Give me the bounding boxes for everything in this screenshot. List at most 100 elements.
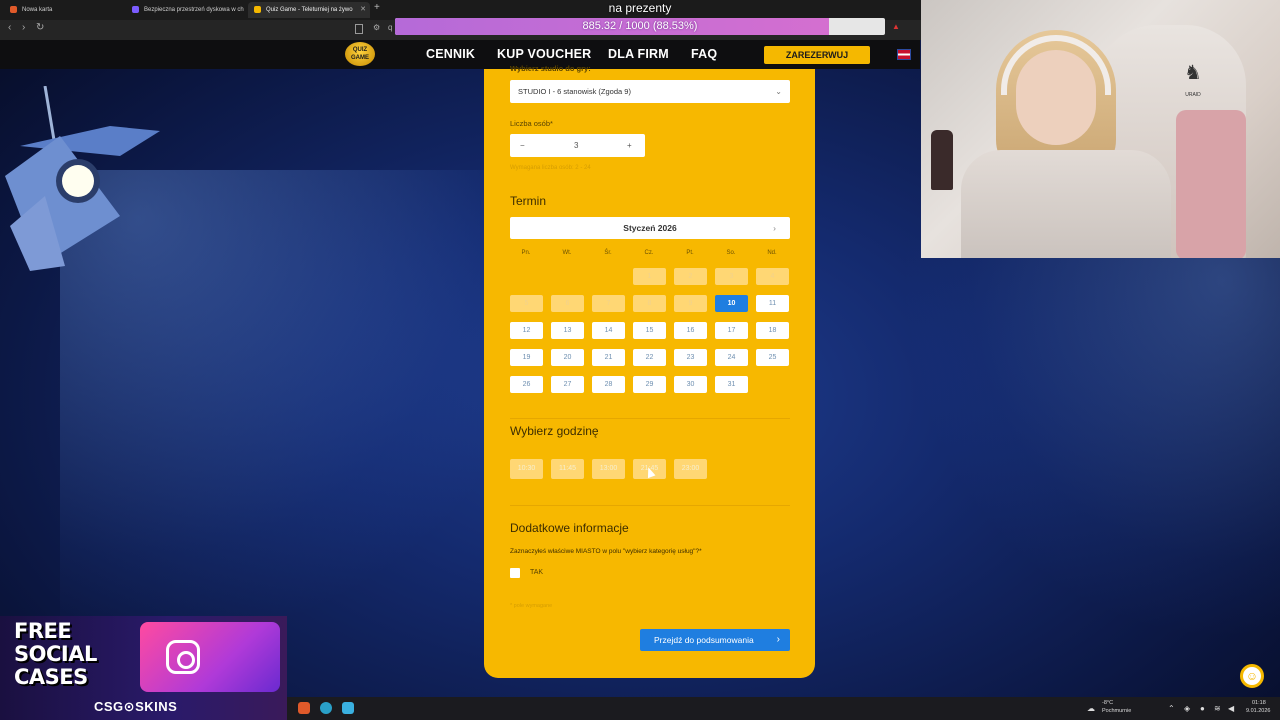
chair-cushion xyxy=(1176,110,1246,258)
browser-tab-active[interactable]: Quiz Game - Teleturniej na żywo ✕ xyxy=(248,2,370,18)
quiz-game-icon xyxy=(254,6,261,13)
calendar-day-selected[interactable]: 10 xyxy=(715,295,748,312)
studio-select[interactable]: STUDIO I - 6 stanowisk (Zgoda 9) ⌄ xyxy=(510,80,790,103)
studio-label: Wybierz studio do gry: xyxy=(510,64,591,73)
calendar-day[interactable]: 27 xyxy=(551,376,584,393)
calendar-day[interactable]: 11 xyxy=(756,295,789,312)
nav-kup-voucher[interactable]: KUP VOUCHER xyxy=(497,47,591,61)
calendar-day: 2 xyxy=(674,268,707,285)
time-slot[interactable]: 11:45 xyxy=(551,459,584,479)
chevron-up-icon[interactable]: ⌃ xyxy=(1168,704,1175,713)
clock-time[interactable]: 01:18 xyxy=(1252,700,1266,706)
calendar-day[interactable]: 30 xyxy=(674,376,707,393)
calendar-day[interactable]: 23 xyxy=(674,349,707,366)
go-to-summary-button[interactable]: Przejdź do podsumowania › xyxy=(640,629,790,651)
notepad-taskbar-icon[interactable] xyxy=(342,702,354,714)
spotlight-beam xyxy=(900,240,1280,640)
tab-label: Quiz Game - Teleturniej na żywo xyxy=(266,7,353,13)
calendar-day[interactable]: 12 xyxy=(510,322,543,339)
reservation-form xyxy=(484,69,815,678)
weather-temp: -8°C xyxy=(1102,700,1114,706)
back-icon[interactable]: ‹ xyxy=(8,22,11,33)
weekday-label: Nd. xyxy=(767,250,777,256)
goal-progress-bar: 885.32 / 1000 (88.53%) xyxy=(395,18,885,35)
brave-taskbar-icon[interactable] xyxy=(298,702,310,714)
calendar-day[interactable]: 15 xyxy=(633,322,666,339)
calendar-day[interactable]: 21 xyxy=(592,349,625,366)
browser-tab[interactable]: Nowa karta xyxy=(4,2,124,18)
forward-icon[interactable]: › xyxy=(22,22,25,33)
calendar-day: 3 xyxy=(715,268,748,285)
calendar-day[interactable]: 31 xyxy=(715,376,748,393)
chair-logo-icon: ♞ xyxy=(1184,62,1202,84)
decrement-button[interactable]: − xyxy=(520,134,525,157)
cloud-icon: ☁ xyxy=(1087,704,1095,713)
chevron-down-icon: ⌄ xyxy=(775,87,782,96)
time-slot[interactable]: 23:00 xyxy=(674,459,707,479)
tab-label: Bezpieczna przestrzeń dyskowa w ch xyxy=(144,7,244,13)
nav-cennik[interactable]: CENNIK xyxy=(426,47,475,61)
promo-brand: CSG⊙SKINS xyxy=(94,699,178,714)
streamer-body xyxy=(961,150,1171,258)
calendar-day[interactable]: 13 xyxy=(551,322,584,339)
clock-date[interactable]: 9.01.2026 xyxy=(1246,708,1270,714)
calendar-day[interactable]: 26 xyxy=(510,376,543,393)
goal-progress-text: 885.32 / 1000 (88.53%) xyxy=(582,20,698,32)
calendar-day[interactable]: 24 xyxy=(715,349,748,366)
browser-tab[interactable]: Bezpieczna przestrzeń dyskowa w ch xyxy=(126,2,246,18)
calendar-day[interactable]: 22 xyxy=(633,349,666,366)
address-text[interactable]: q xyxy=(388,23,392,32)
new-tab-button[interactable]: + xyxy=(374,2,380,13)
wifi-icon[interactable]: ≋ xyxy=(1214,704,1221,713)
calendar-day: 8 xyxy=(633,295,666,312)
promo-line: SOCIAL xyxy=(14,642,97,666)
stage-spotlight-icon xyxy=(5,86,160,271)
uk-flag-icon[interactable] xyxy=(897,49,911,60)
calendar-day[interactable]: 16 xyxy=(674,322,707,339)
network-icon[interactable]: ◈ xyxy=(1184,704,1190,713)
nav-dla-firm[interactable]: DLA FIRM xyxy=(608,47,669,61)
term-title: Termin xyxy=(510,194,547,208)
calendar-day[interactable]: 14 xyxy=(592,322,625,339)
time-title: Wybierz godzinę xyxy=(510,424,599,438)
time-slot[interactable]: 10:30 xyxy=(510,459,543,479)
calendar-day[interactable]: 17 xyxy=(715,322,748,339)
people-stepper: − 3 + xyxy=(510,134,645,157)
chair-brand: URAID xyxy=(1185,92,1201,98)
extra-info-title: Dodatkowe informacje xyxy=(510,521,629,535)
checkbox-label: TAK xyxy=(530,569,544,576)
city-confirm-checkbox[interactable] xyxy=(510,568,520,578)
reserve-button[interactable]: ZAREZERWUJ xyxy=(764,46,870,64)
calendar-day: 7 xyxy=(592,295,625,312)
city-question: Zaznaczyłeś właściwe MIASTO w polu "wybi… xyxy=(510,548,702,555)
bookmark-icon[interactable] xyxy=(355,24,363,34)
webcam-feed: ♞ URAID xyxy=(921,0,1280,258)
increment-button[interactable]: + xyxy=(627,134,632,157)
next-month-button[interactable]: › xyxy=(773,217,776,239)
tab-label: Nowa karta xyxy=(22,7,53,13)
calendar-day[interactable]: 19 xyxy=(510,349,543,366)
calendar-day[interactable]: 25 xyxy=(756,349,789,366)
people-count[interactable]: 3 xyxy=(574,134,578,157)
time-slot[interactable]: 13:00 xyxy=(592,459,625,479)
calendar-day[interactable]: 20 xyxy=(551,349,584,366)
proton-drive-icon xyxy=(132,6,139,13)
weekday-label: Cz. xyxy=(644,250,654,256)
site-settings-icon[interactable]: ⚙ xyxy=(373,23,380,32)
calendar-day[interactable]: 18 xyxy=(756,322,789,339)
bottle xyxy=(931,130,953,190)
quiz-game-logo[interactable]: QUIZ GAME xyxy=(345,42,375,66)
microphone-icon[interactable]: ● xyxy=(1200,704,1205,713)
calendar-day[interactable]: 29 xyxy=(633,376,666,393)
studio-select-value: STUDIO I - 6 stanowisk (Zgoda 9) xyxy=(518,87,631,96)
calendar-day: 6 xyxy=(551,295,584,312)
calendar-day[interactable]: 28 xyxy=(592,376,625,393)
close-tab-icon[interactable]: ✕ xyxy=(360,2,366,18)
weather-desc: Pochmurnie xyxy=(1102,708,1132,714)
reload-icon[interactable]: ↻ xyxy=(36,22,44,33)
edge-taskbar-icon[interactable] xyxy=(320,702,332,714)
promo-line: FREE xyxy=(14,619,72,643)
volume-icon[interactable]: ◀ xyxy=(1228,704,1234,713)
nav-faq[interactable]: FAQ xyxy=(691,47,717,61)
chat-support-icon[interactable]: ☺ xyxy=(1240,664,1264,688)
